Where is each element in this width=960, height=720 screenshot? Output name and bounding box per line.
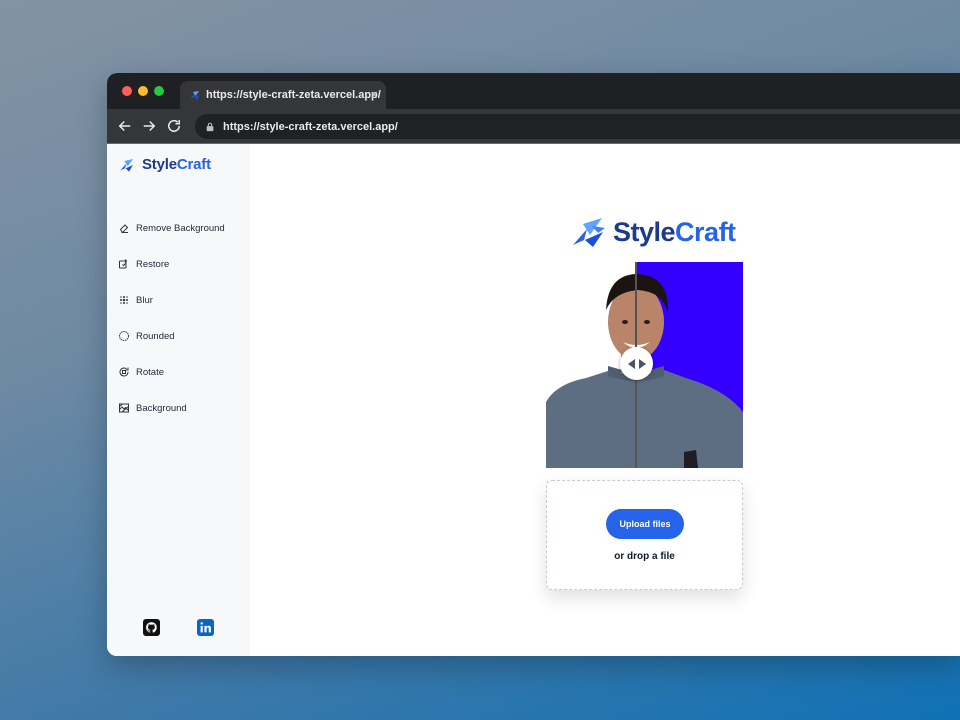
browser-titlebar: https://style-craft-zeta.vercel.app/ × xyxy=(107,73,960,109)
drop-file-text: or drop a file xyxy=(614,551,675,562)
close-tab-icon[interactable]: × xyxy=(370,87,378,102)
sidebar: StyleCraft Remove Background Restore Blu… xyxy=(107,144,250,656)
file-dropzone[interactable]: Upload files or drop a file xyxy=(546,480,743,590)
main-logo: StyleCraft xyxy=(572,216,736,248)
circle-icon xyxy=(119,331,129,341)
address-bar[interactable]: https://style-craft-zeta.vercel.app/ xyxy=(195,114,960,139)
sidebar-item-rotate[interactable]: Rotate xyxy=(118,354,225,390)
sidebar-item-label: Restore xyxy=(136,258,170,270)
background-icon xyxy=(119,403,129,413)
sidebar-item-label: Rotate xyxy=(136,366,164,378)
browser-toolbar: https://style-craft-zeta.vercel.app/ xyxy=(107,109,960,143)
stylecraft-logo-icon xyxy=(120,158,133,172)
left-right-arrows-icon xyxy=(627,358,646,369)
before-after-comparison[interactable] xyxy=(546,262,743,468)
brand-name-part2: Craft xyxy=(176,156,211,173)
main-brand-name: StyleCraft xyxy=(613,217,736,248)
linkedin-icon[interactable] xyxy=(197,619,214,636)
sidebar-item-label: Remove Background xyxy=(136,222,225,234)
sidebar-item-label: Rounded xyxy=(136,330,175,342)
rotate-icon xyxy=(119,367,129,377)
restore-icon xyxy=(119,259,128,269)
sidebar-menu: Remove Background Restore Blur Rounded R… xyxy=(118,210,225,426)
lock-icon xyxy=(206,122,214,131)
github-icon[interactable] xyxy=(143,619,160,636)
browser-tab[interactable]: https://style-craft-zeta.vercel.app/ × xyxy=(180,81,386,109)
eraser-icon xyxy=(119,224,129,233)
maximize-window-button[interactable] xyxy=(154,86,164,96)
page-content: StyleCraft Remove Background Restore Blu… xyxy=(107,143,960,656)
sidebar-item-label: Background xyxy=(136,402,187,414)
blur-icon xyxy=(120,296,128,304)
tab-title: https://style-craft-zeta.vercel.app/ xyxy=(206,89,381,101)
minimize-window-button[interactable] xyxy=(138,86,148,96)
sidebar-item-blur[interactable]: Blur xyxy=(118,282,225,318)
sidebar-item-rounded[interactable]: Rounded xyxy=(118,318,225,354)
url-text: https://style-craft-zeta.vercel.app/ xyxy=(223,120,398,133)
sidebar-brand[interactable]: StyleCraft xyxy=(119,156,211,173)
brand-name-part1: Style xyxy=(613,216,676,247)
sidebar-item-restore[interactable]: Restore xyxy=(118,246,225,282)
social-links xyxy=(143,619,251,636)
forward-arrow-icon[interactable] xyxy=(140,117,158,135)
sidebar-item-background[interactable]: Background xyxy=(118,390,225,426)
brand-name-part1: Style xyxy=(142,156,177,173)
brand-name-part2: Craft xyxy=(675,216,736,247)
stylecraft-logo-icon xyxy=(573,218,605,247)
stylecraft-favicon-icon xyxy=(190,91,200,100)
brand-name: StyleCraft xyxy=(142,156,211,173)
comparison-slider-handle[interactable] xyxy=(620,347,653,380)
reload-icon[interactable] xyxy=(165,117,183,135)
close-window-button[interactable] xyxy=(122,86,132,96)
upload-files-button[interactable]: Upload files xyxy=(606,509,684,539)
browser-window: https://style-craft-zeta.vercel.app/ × h… xyxy=(107,73,960,656)
sidebar-item-remove-background[interactable]: Remove Background xyxy=(118,210,225,246)
back-arrow-icon[interactable] xyxy=(116,117,134,135)
sidebar-item-label: Blur xyxy=(136,294,153,306)
